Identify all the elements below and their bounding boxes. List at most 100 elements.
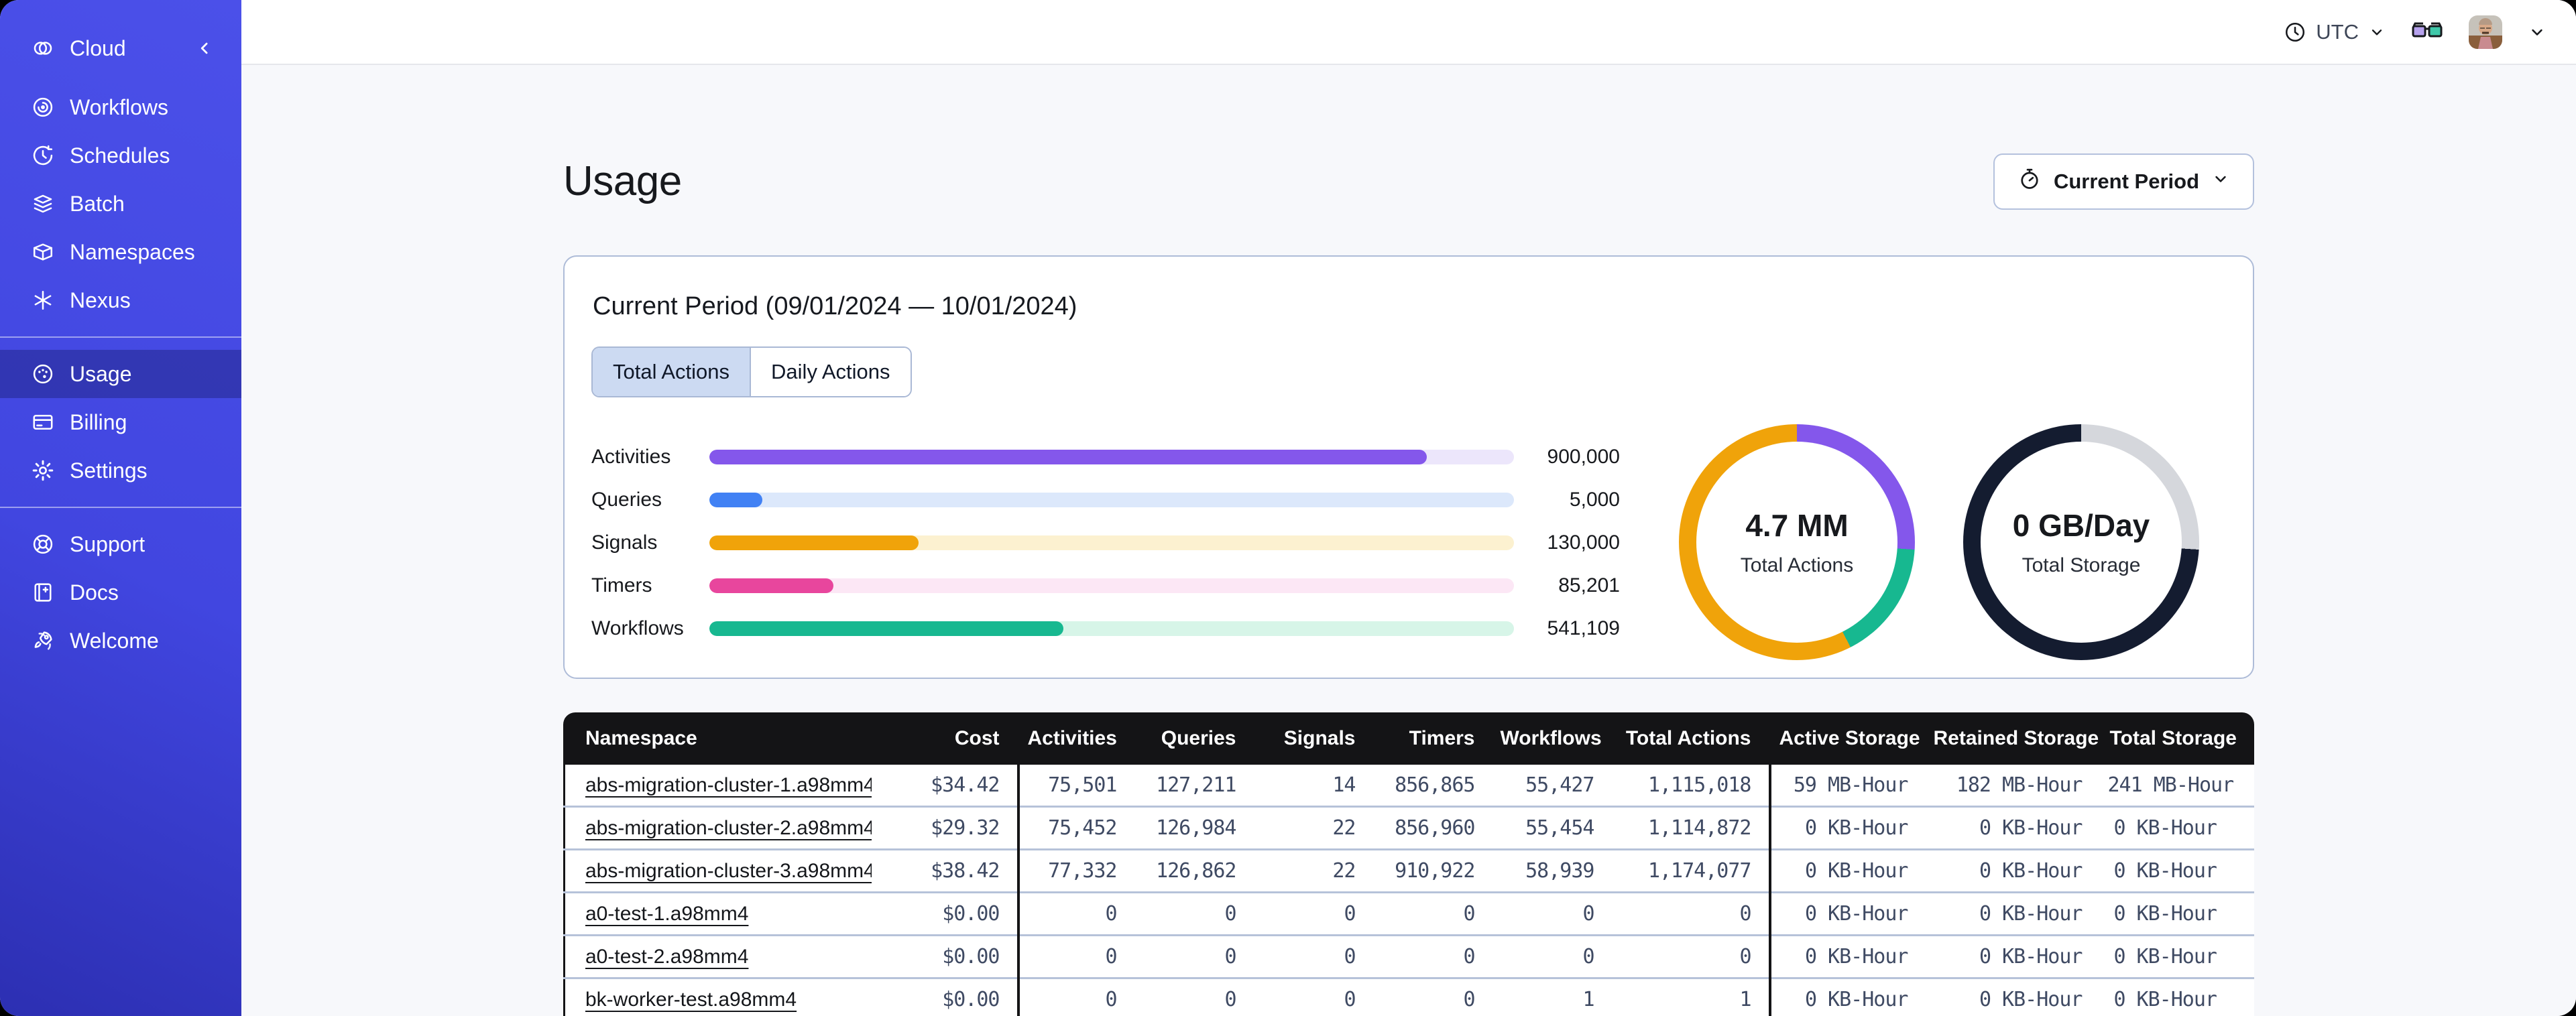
- cell-cost: $38.42: [871, 848, 1018, 893]
- namespace-link[interactable]: abs-migration-cluster-3.a98mm4: [585, 860, 872, 882]
- sidebar-item-workflows[interactable]: Workflows: [0, 83, 241, 131]
- chevron-left-icon[interactable]: [194, 38, 215, 58]
- sidebar-item-docs[interactable]: Docs: [0, 568, 241, 617]
- sidebar-group: Usage Billing Settings: [0, 350, 241, 495]
- cell-total-storage: 0 KB-Hour: [2099, 806, 2254, 850]
- cell-cost: $34.42: [931, 773, 1000, 797]
- cell-cost: $29.32: [871, 806, 1018, 850]
- cell-cost: $0.00: [871, 891, 1018, 936]
- table-row: a0-test-2.a98mm4 $0.00 0 0 0 0 0 0 0 KB-Hour 0 KB…: [564, 934, 2254, 978]
- table-row: abs-migration-cluster-2.a98mm4 $29.32 75,4…: [564, 806, 2254, 850]
- sidebar-item-nexus[interactable]: Nexus: [0, 276, 241, 324]
- column-header-total-actions: Total Actions: [1611, 712, 1770, 765]
- cell-total-actions: 0: [1611, 891, 1770, 936]
- cell-queries: 127,211: [1156, 773, 1236, 797]
- cell-timers: 0: [1372, 934, 1492, 978]
- sidebar-item-welcome[interactable]: Welcome: [0, 617, 241, 665]
- sidebar-item-usage[interactable]: Usage: [0, 350, 241, 398]
- page-head: Usage Current Period: [563, 153, 2254, 210]
- bar-track: [709, 621, 1514, 636]
- sidebar-item-billing[interactable]: Billing: [0, 398, 241, 446]
- cell-timers: 0: [1372, 977, 1492, 1016]
- cell-total-actions: 1,114,872: [1611, 806, 1770, 850]
- cell-retained-storage: 0 KB-Hour: [1925, 848, 2100, 893]
- sidebar-item-schedules[interactable]: Schedules: [0, 131, 241, 180]
- column-header-active-storage: Active Storage: [1768, 712, 1926, 765]
- cell-active-storage: 0 KB-Hour: [1768, 806, 1926, 850]
- sidebar-item-settings[interactable]: Settings: [0, 446, 241, 495]
- timezone-label: UTC: [2316, 19, 2359, 44]
- cell-active-storage: 0 KB-Hour: [1768, 977, 1926, 1016]
- cell-workflows: 55,427: [1525, 773, 1594, 797]
- cloud-logo[interactable]: Cloud: [0, 23, 241, 74]
- billing-icon: [31, 410, 55, 434]
- chevron-down-icon[interactable]: [2528, 23, 2546, 42]
- namespace-link[interactable]: a0-test-1.a98mm4: [585, 903, 748, 925]
- bar-value: 5,000: [1569, 489, 1620, 511]
- bar-label: Activities: [591, 446, 671, 468]
- usage-bar-row: Workflows 541,109: [591, 617, 1620, 639]
- total-actions-donut: 4.7 MM Total Actions: [1679, 424, 1915, 660]
- bar-value: 900,000: [1547, 446, 1620, 468]
- sidebar-item-support[interactable]: Support: [0, 520, 241, 568]
- bar-track: [709, 493, 1514, 507]
- cell-total-storage: 0 KB-Hour: [2099, 891, 2254, 936]
- cell-total-storage: 241 MB-Hour: [2107, 773, 2235, 797]
- bar-label: Queries: [591, 489, 662, 511]
- cell-timers: 910,922: [1372, 848, 1492, 893]
- column-header-signals: Signals: [1253, 712, 1373, 765]
- glasses-icon[interactable]: [2411, 21, 2443, 44]
- period-selector-button[interactable]: Current Period: [1993, 153, 2254, 210]
- usage-icon: [31, 362, 55, 386]
- column-header-retained-storage: Retained Storage: [1925, 712, 2100, 765]
- avatar[interactable]: [2469, 15, 2502, 49]
- bar-track: [709, 450, 1514, 464]
- usage-bar-chart: Activities 900,000 Queries 5,000 Signals…: [591, 446, 1620, 639]
- cell-total-storage: 0 KB-Hour: [2099, 848, 2254, 893]
- cell-retained-storage: 0 KB-Hour: [1925, 891, 2100, 936]
- sidebar-group: Support Docs Welcome: [0, 520, 241, 665]
- bar-fill: [709, 535, 919, 550]
- namespace-link[interactable]: a0-test-2.a98mm4: [585, 946, 748, 968]
- cell-activities: 75,501: [1016, 765, 1134, 807]
- table-row: abs-migration-cluster-3.a98mm4 $38.42 77,3…: [564, 848, 2254, 893]
- temporal-logo-icon: [31, 36, 55, 60]
- welcome-icon: [31, 629, 55, 653]
- cell-activities: 75,452: [1016, 806, 1134, 850]
- namespace-link[interactable]: abs-migration-cluster-2.a98mm4: [585, 817, 872, 839]
- namespace-link[interactable]: bk-worker-test.a98mm4: [585, 989, 797, 1011]
- cell-workflows: 0: [1492, 891, 1612, 936]
- docs-icon: [31, 580, 55, 605]
- cell-total-actions: 1,174,077: [1611, 848, 1770, 893]
- cell-total-actions: 0: [1611, 934, 1770, 978]
- usage-bar-row: Activities 900,000: [591, 446, 1620, 468]
- bar-value: 85,201: [1558, 574, 1620, 596]
- usage-bar-row: Queries 5,000: [591, 489, 1620, 511]
- cell-total-actions: 1,115,018: [1647, 773, 1752, 797]
- bar-track: [709, 535, 1514, 550]
- sidebar-item-batch[interactable]: Batch: [0, 180, 241, 228]
- cell-active-storage: 0 KB-Hour: [1768, 848, 1926, 893]
- tab-total-actions[interactable]: Total Actions: [593, 348, 750, 396]
- namespace-link[interactable]: abs-migration-cluster-1.a98mm4: [585, 774, 872, 796]
- bar-fill: [709, 578, 833, 593]
- sidebar-item-namespaces[interactable]: Namespaces: [0, 228, 241, 276]
- table-row: abs-migration-cluster-1.a98mm4 $34.42 75,5…: [565, 765, 2255, 807]
- cell-signals: 22: [1253, 806, 1373, 850]
- cell-signals: 0: [1253, 891, 1373, 936]
- sidebar-group: Workflows Schedules Batch Namespaces Nex…: [0, 83, 241, 324]
- tab-daily-actions[interactable]: Daily Actions: [750, 348, 911, 396]
- column-header-workflows: Workflows: [1492, 712, 1612, 765]
- column-header-namespace: Namespace: [564, 712, 872, 765]
- stopwatch-icon: [2017, 167, 2042, 196]
- bar-label: Signals: [591, 531, 658, 554]
- cell-timers: 856,960: [1372, 806, 1492, 850]
- table-header-row: Namespace Cost Activities Queries Signals Tim…: [564, 712, 2254, 765]
- bar-fill: [709, 450, 1427, 464]
- timezone-selector[interactable]: UTC: [2284, 20, 2386, 44]
- bar-fill: [709, 621, 1063, 636]
- topbar: UTC: [241, 0, 2576, 65]
- bar-value: 541,109: [1547, 617, 1620, 639]
- sidebar-nav: Workflows Schedules Batch Namespaces Nex…: [0, 83, 241, 665]
